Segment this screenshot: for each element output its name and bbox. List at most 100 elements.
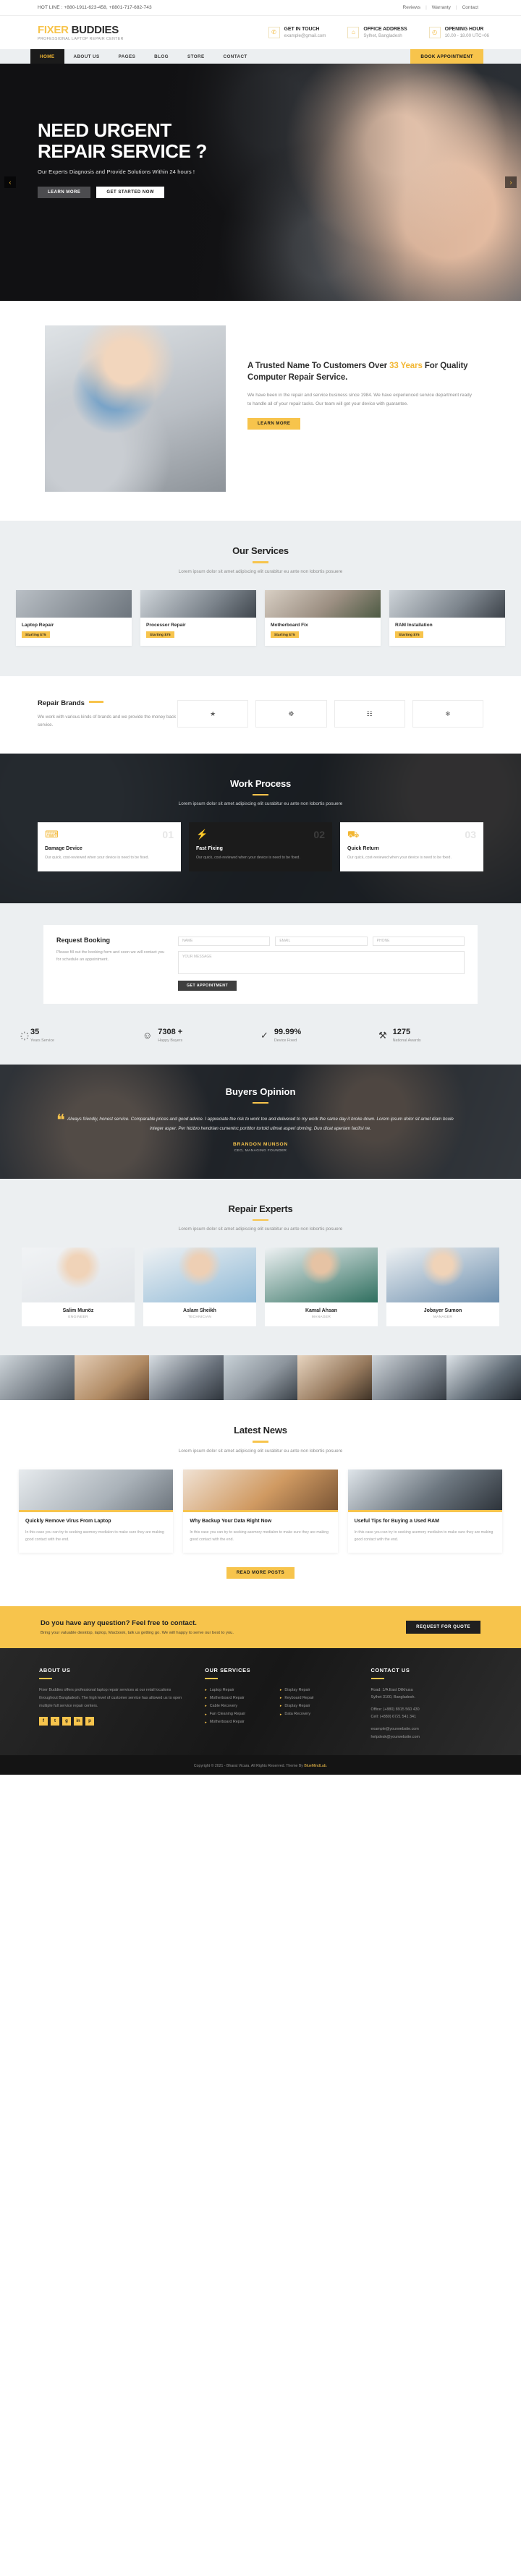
footer-service-link[interactable]: ▸ Laptop Repair	[205, 1686, 280, 1694]
phone-field[interactable]: PHONE	[372, 936, 465, 946]
get-appointment-button[interactable]: GET APPOINTMENT	[178, 980, 237, 991]
services-grid: Laptop Repair Starting $75 Processor Rep…	[0, 589, 521, 646]
footer-contact-line: Cell: (+880) 6721 541 341	[370, 1715, 417, 1720]
pinterest-icon[interactable]: p	[85, 1717, 94, 1726]
footer-service-label: Motherboard Repair	[209, 1720, 245, 1725]
google-plus-icon[interactable]: g	[62, 1717, 71, 1726]
email-field[interactable]: EMAIL	[275, 936, 368, 946]
site-logo[interactable]: FIXER BUDDIES PROFESSIONAL LAPTOP REPAIR…	[22, 25, 166, 41]
gallery-image[interactable]	[0, 1355, 75, 1401]
nav-item-pages[interactable]: PAGES	[109, 49, 145, 64]
request-quote-button[interactable]: REQUEST FOR QUOTE	[406, 1620, 480, 1634]
process-step-desc: Our quick, cost-reviewed when your devic…	[45, 856, 149, 861]
gallery-image[interactable]	[446, 1355, 521, 1401]
nav-item-store[interactable]: STORE	[178, 49, 214, 64]
service-price-badge: Starting $75	[395, 631, 423, 638]
counter-number: 99.99%	[274, 1027, 302, 1036]
team-member-card[interactable]: Kamal Ahsan MANAGER	[265, 1248, 378, 1327]
topbar-link-reviews[interactable]: Reviews	[398, 5, 426, 10]
gallery-image[interactable]	[223, 1355, 298, 1401]
topbar-link-warranty[interactable]: Warranty	[427, 5, 456, 10]
process-step-number: 03	[465, 829, 476, 841]
read-more-posts-button[interactable]: READ MORE POSTS	[226, 1566, 295, 1579]
laptop-icon: ⌨	[45, 829, 59, 840]
hero-learn-more-button[interactable]: LEARN MORE	[38, 187, 91, 199]
gallery-image[interactable]	[148, 1355, 224, 1401]
footer-service-link[interactable]: ▸ Display Repair	[280, 1686, 355, 1694]
brands-title: Repair Brands	[38, 699, 177, 707]
nav-item-contact[interactable]: CONTACT	[214, 49, 257, 64]
footer-service-link[interactable]: ▸ Display Repair	[280, 1702, 355, 1710]
gallery-image[interactable]	[297, 1355, 373, 1401]
message-textarea[interactable]: YOUR MESSAGE	[178, 950, 465, 974]
booking-section: Request Booking Please fill out the book…	[0, 903, 521, 1023]
process-step-desc: Our quick, cost-reviewed when your devic…	[196, 856, 300, 861]
gallery-image[interactable]	[74, 1355, 149, 1401]
process-title: Work Process	[229, 777, 292, 789]
team-member-name: Kamal Ahsan	[305, 1308, 338, 1314]
linkedin-icon[interactable]: in	[74, 1717, 82, 1726]
team-member-card[interactable]: Jobayer Sumon MANAGER	[386, 1248, 499, 1327]
footer-service-link[interactable]: ▸ Keyboard Repair	[280, 1694, 355, 1702]
footer-contact-email[interactable]: helpdesk@yourwebsite.com	[371, 1733, 483, 1741]
cta-heading: Do you have any question? Feel free to c…	[41, 1618, 197, 1627]
services-title: Our Services	[232, 545, 289, 556]
slider-next-arrow-icon[interactable]: ›	[505, 176, 517, 188]
footer-service-link[interactable]: ▸ Data Recovery	[280, 1710, 355, 1718]
news-card[interactable]: Quickly Remove Virus From Laptop In this…	[19, 1469, 174, 1553]
news-post-excerpt: In this case you can try to seeking asem…	[25, 1530, 164, 1542]
team-member-card[interactable]: Aslam Sheikh TECHNICIAN	[143, 1248, 256, 1327]
testimonial-author-name: BRANDON MUNSON	[232, 1141, 289, 1147]
avatar	[265, 1248, 378, 1303]
facebook-icon[interactable]: f	[39, 1717, 48, 1726]
footer-service-label: Laptop Repair	[209, 1687, 234, 1692]
service-price-badge: Starting $75	[22, 631, 50, 638]
topbar-link-contact[interactable]: Contact	[457, 5, 483, 10]
about-heading: A Trusted Name To Customers Over 33 Year…	[247, 360, 473, 384]
footer-service-link[interactable]: ▸ Fan Cleaning Repair	[205, 1710, 280, 1718]
counter-label: Years Service	[30, 1038, 55, 1043]
news-title: Latest News	[234, 1425, 287, 1436]
brand-logo-3-icon: ☷	[334, 700, 405, 728]
underline-accent	[253, 1101, 268, 1104]
news-card[interactable]: Why Backup Your Data Right Now In this c…	[183, 1469, 338, 1553]
book-appointment-button[interactable]: BOOK APPOINTMENT	[410, 49, 483, 64]
service-card[interactable]: Motherboard Fix Starting $75	[265, 589, 381, 646]
footer-service-link[interactable]: ▸ Motherboard Repair	[205, 1694, 280, 1702]
underline-accent	[370, 1677, 384, 1679]
service-image	[16, 589, 132, 618]
footer-service-link[interactable]: ▸ Cable Recovery	[205, 1702, 280, 1710]
service-card[interactable]: RAM Installation Starting $75	[389, 589, 505, 646]
underline-accent	[253, 1219, 268, 1221]
footer-service-label: Display Repair	[284, 1704, 310, 1709]
service-card[interactable]: Processor Repair Starting $75	[140, 589, 256, 646]
team-member-card[interactable]: Salim Munöz ENGINEER	[22, 1248, 135, 1327]
counter-item: ☺ 7308 + Happy Buyers	[143, 1028, 260, 1043]
nav-item-blog[interactable]: BLOG	[145, 49, 178, 64]
slider-prev-arrow-icon[interactable]: ‹	[4, 176, 16, 188]
service-card[interactable]: Laptop Repair Starting $75	[16, 589, 132, 646]
gallery-image[interactable]	[372, 1355, 447, 1401]
footer-service-link[interactable]: ▸ Motherboard Repair	[205, 1718, 280, 1726]
header-info-sub: 10.00 - 18.00 UTC+06	[444, 33, 489, 39]
about-learn-more-button[interactable]: LEARN MORE	[247, 418, 301, 430]
name-field[interactable]: NAME	[178, 936, 271, 946]
site-header: FIXER BUDDIES PROFESSIONAL LAPTOP REPAIR…	[0, 16, 521, 49]
phone-icon: ✆	[268, 26, 280, 38]
bullet-icon: ▸	[279, 1712, 282, 1717]
process-step-number: 02	[313, 829, 325, 841]
footer-contact-email[interactable]: example@yourwebsite.com	[371, 1726, 483, 1733]
copyright-text: Copyright © 2021 - Bharat Vicara. All Ri…	[193, 1764, 305, 1769]
nav-item-home[interactable]: HOME	[30, 49, 64, 64]
nav-item-about-us[interactable]: ABOUT US	[64, 49, 109, 64]
team-member-role: MANAGER	[433, 1315, 453, 1320]
bullet-icon: ▸	[279, 1704, 282, 1709]
twitter-icon[interactable]: t	[51, 1717, 59, 1726]
hero-get-started-button[interactable]: GET STARTED NOW	[96, 187, 165, 199]
header-info-title: OPENING HOUR	[444, 26, 484, 32]
process-steps: ⌨ 01 Damage Device Our quick, cost-revie…	[22, 822, 499, 871]
hero-title-line2: REPAIR SERVICE ?	[38, 140, 207, 163]
news-card[interactable]: Useful Tips for Buying a Used RAM In thi…	[347, 1469, 502, 1553]
service-name: Processor Repair	[146, 622, 186, 628]
brands-section: Repair Brands We work with various kinds…	[0, 675, 521, 754]
